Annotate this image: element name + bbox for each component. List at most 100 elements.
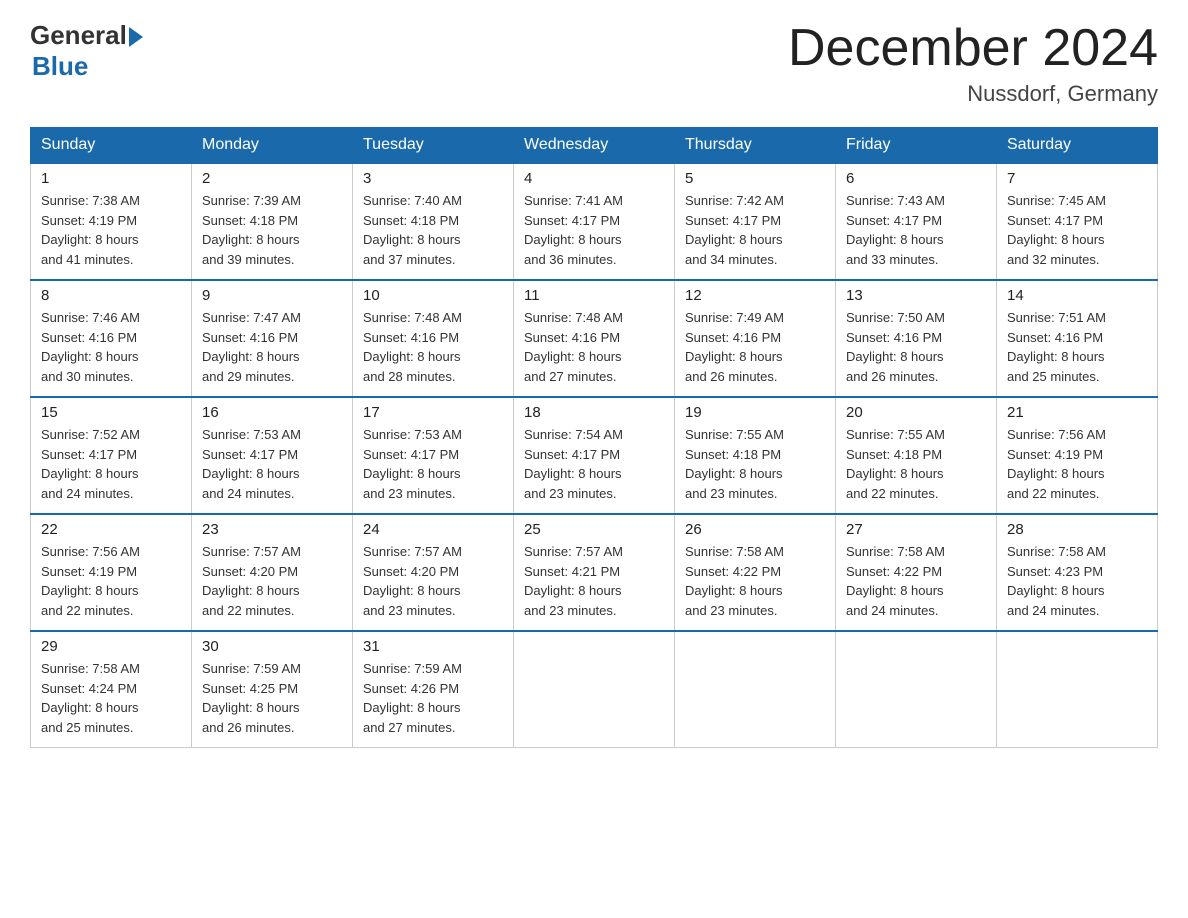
day-number: 30 [202, 638, 342, 655]
day-info: Sunrise: 7:56 AM Sunset: 4:19 PM Dayligh… [1007, 425, 1147, 503]
day-number: 7 [1007, 170, 1147, 187]
day-info: Sunrise: 7:58 AM Sunset: 4:24 PM Dayligh… [41, 659, 181, 737]
day-number: 15 [41, 404, 181, 421]
day-number: 27 [846, 521, 986, 538]
table-row: 22 Sunrise: 7:56 AM Sunset: 4:19 PM Dayl… [31, 514, 192, 631]
day-info: Sunrise: 7:50 AM Sunset: 4:16 PM Dayligh… [846, 308, 986, 386]
logo-arrow-icon [129, 27, 143, 47]
day-number: 24 [363, 521, 503, 538]
col-saturday: Saturday [997, 128, 1158, 164]
calendar-location: Nussdorf, Germany [788, 81, 1158, 107]
table-row: 15 Sunrise: 7:52 AM Sunset: 4:17 PM Dayl… [31, 397, 192, 514]
day-info: Sunrise: 7:39 AM Sunset: 4:18 PM Dayligh… [202, 191, 342, 269]
table-row: 29 Sunrise: 7:58 AM Sunset: 4:24 PM Dayl… [31, 631, 192, 748]
page-header: General Blue December 2024 Nussdorf, Ger… [30, 20, 1158, 107]
table-row: 6 Sunrise: 7:43 AM Sunset: 4:17 PM Dayli… [836, 163, 997, 280]
table-row: 4 Sunrise: 7:41 AM Sunset: 4:17 PM Dayli… [514, 163, 675, 280]
day-number: 2 [202, 170, 342, 187]
day-number: 13 [846, 287, 986, 304]
table-row: 21 Sunrise: 7:56 AM Sunset: 4:19 PM Dayl… [997, 397, 1158, 514]
table-row: 9 Sunrise: 7:47 AM Sunset: 4:16 PM Dayli… [192, 280, 353, 397]
day-info: Sunrise: 7:55 AM Sunset: 4:18 PM Dayligh… [685, 425, 825, 503]
table-row: 20 Sunrise: 7:55 AM Sunset: 4:18 PM Dayl… [836, 397, 997, 514]
day-number: 28 [1007, 521, 1147, 538]
day-number: 5 [685, 170, 825, 187]
day-info: Sunrise: 7:57 AM Sunset: 4:20 PM Dayligh… [363, 542, 503, 620]
day-number: 26 [685, 521, 825, 538]
day-info: Sunrise: 7:58 AM Sunset: 4:23 PM Dayligh… [1007, 542, 1147, 620]
day-info: Sunrise: 7:49 AM Sunset: 4:16 PM Dayligh… [685, 308, 825, 386]
table-row: 8 Sunrise: 7:46 AM Sunset: 4:16 PM Dayli… [31, 280, 192, 397]
logo-blue-text: Blue [32, 51, 88, 82]
day-info: Sunrise: 7:58 AM Sunset: 4:22 PM Dayligh… [846, 542, 986, 620]
table-row [836, 631, 997, 748]
day-info: Sunrise: 7:51 AM Sunset: 4:16 PM Dayligh… [1007, 308, 1147, 386]
calendar-week-row: 29 Sunrise: 7:58 AM Sunset: 4:24 PM Dayl… [31, 631, 1158, 748]
day-info: Sunrise: 7:42 AM Sunset: 4:17 PM Dayligh… [685, 191, 825, 269]
day-number: 4 [524, 170, 664, 187]
col-thursday: Thursday [675, 128, 836, 164]
day-info: Sunrise: 7:48 AM Sunset: 4:16 PM Dayligh… [363, 308, 503, 386]
day-info: Sunrise: 7:41 AM Sunset: 4:17 PM Dayligh… [524, 191, 664, 269]
table-row [514, 631, 675, 748]
day-info: Sunrise: 7:48 AM Sunset: 4:16 PM Dayligh… [524, 308, 664, 386]
day-number: 18 [524, 404, 664, 421]
day-number: 22 [41, 521, 181, 538]
calendar-header-row: Sunday Monday Tuesday Wednesday Thursday… [31, 128, 1158, 164]
day-info: Sunrise: 7:53 AM Sunset: 4:17 PM Dayligh… [202, 425, 342, 503]
table-row: 13 Sunrise: 7:50 AM Sunset: 4:16 PM Dayl… [836, 280, 997, 397]
table-row: 17 Sunrise: 7:53 AM Sunset: 4:17 PM Dayl… [353, 397, 514, 514]
table-row: 28 Sunrise: 7:58 AM Sunset: 4:23 PM Dayl… [997, 514, 1158, 631]
calendar-week-row: 22 Sunrise: 7:56 AM Sunset: 4:19 PM Dayl… [31, 514, 1158, 631]
table-row: 14 Sunrise: 7:51 AM Sunset: 4:16 PM Dayl… [997, 280, 1158, 397]
day-info: Sunrise: 7:59 AM Sunset: 4:25 PM Dayligh… [202, 659, 342, 737]
table-row: 7 Sunrise: 7:45 AM Sunset: 4:17 PM Dayli… [997, 163, 1158, 280]
table-row: 31 Sunrise: 7:59 AM Sunset: 4:26 PM Dayl… [353, 631, 514, 748]
day-info: Sunrise: 7:40 AM Sunset: 4:18 PM Dayligh… [363, 191, 503, 269]
day-number: 25 [524, 521, 664, 538]
day-number: 20 [846, 404, 986, 421]
day-number: 11 [524, 287, 664, 304]
day-number: 16 [202, 404, 342, 421]
table-row [675, 631, 836, 748]
table-row: 24 Sunrise: 7:57 AM Sunset: 4:20 PM Dayl… [353, 514, 514, 631]
logo-general-text: General [30, 20, 127, 51]
col-wednesday: Wednesday [514, 128, 675, 164]
day-number: 17 [363, 404, 503, 421]
day-info: Sunrise: 7:52 AM Sunset: 4:17 PM Dayligh… [41, 425, 181, 503]
day-number: 1 [41, 170, 181, 187]
day-number: 3 [363, 170, 503, 187]
table-row: 26 Sunrise: 7:58 AM Sunset: 4:22 PM Dayl… [675, 514, 836, 631]
day-info: Sunrise: 7:38 AM Sunset: 4:19 PM Dayligh… [41, 191, 181, 269]
table-row: 1 Sunrise: 7:38 AM Sunset: 4:19 PM Dayli… [31, 163, 192, 280]
day-info: Sunrise: 7:59 AM Sunset: 4:26 PM Dayligh… [363, 659, 503, 737]
col-sunday: Sunday [31, 128, 192, 164]
calendar-title-block: December 2024 Nussdorf, Germany [788, 20, 1158, 107]
day-info: Sunrise: 7:58 AM Sunset: 4:22 PM Dayligh… [685, 542, 825, 620]
table-row: 19 Sunrise: 7:55 AM Sunset: 4:18 PM Dayl… [675, 397, 836, 514]
calendar-month-year: December 2024 [788, 20, 1158, 77]
table-row: 16 Sunrise: 7:53 AM Sunset: 4:17 PM Dayl… [192, 397, 353, 514]
day-info: Sunrise: 7:43 AM Sunset: 4:17 PM Dayligh… [846, 191, 986, 269]
day-number: 19 [685, 404, 825, 421]
day-number: 6 [846, 170, 986, 187]
day-number: 8 [41, 287, 181, 304]
table-row: 2 Sunrise: 7:39 AM Sunset: 4:18 PM Dayli… [192, 163, 353, 280]
day-info: Sunrise: 7:57 AM Sunset: 4:21 PM Dayligh… [524, 542, 664, 620]
day-number: 29 [41, 638, 181, 655]
day-number: 31 [363, 638, 503, 655]
day-info: Sunrise: 7:45 AM Sunset: 4:17 PM Dayligh… [1007, 191, 1147, 269]
day-info: Sunrise: 7:47 AM Sunset: 4:16 PM Dayligh… [202, 308, 342, 386]
table-row: 11 Sunrise: 7:48 AM Sunset: 4:16 PM Dayl… [514, 280, 675, 397]
table-row: 30 Sunrise: 7:59 AM Sunset: 4:25 PM Dayl… [192, 631, 353, 748]
day-number: 23 [202, 521, 342, 538]
day-info: Sunrise: 7:53 AM Sunset: 4:17 PM Dayligh… [363, 425, 503, 503]
day-number: 9 [202, 287, 342, 304]
table-row: 10 Sunrise: 7:48 AM Sunset: 4:16 PM Dayl… [353, 280, 514, 397]
col-friday: Friday [836, 128, 997, 164]
table-row: 23 Sunrise: 7:57 AM Sunset: 4:20 PM Dayl… [192, 514, 353, 631]
calendar-week-row: 15 Sunrise: 7:52 AM Sunset: 4:17 PM Dayl… [31, 397, 1158, 514]
day-info: Sunrise: 7:56 AM Sunset: 4:19 PM Dayligh… [41, 542, 181, 620]
day-info: Sunrise: 7:54 AM Sunset: 4:17 PM Dayligh… [524, 425, 664, 503]
table-row: 27 Sunrise: 7:58 AM Sunset: 4:22 PM Dayl… [836, 514, 997, 631]
